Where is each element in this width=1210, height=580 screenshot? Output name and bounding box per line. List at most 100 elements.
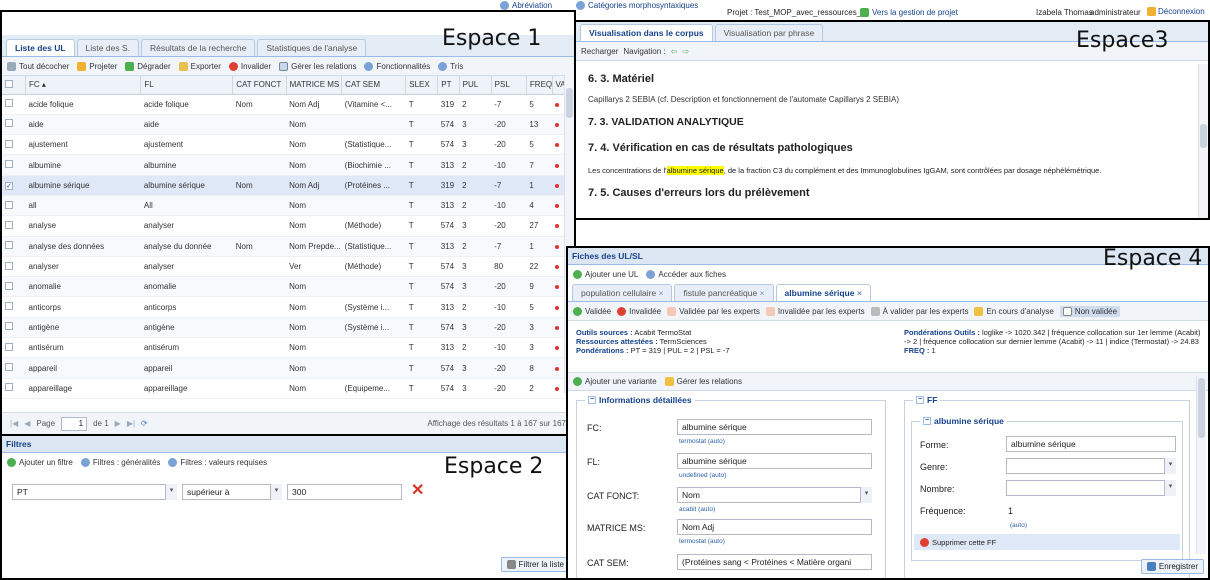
- corpus-scroll-thumb[interactable]: [1200, 124, 1207, 148]
- row-checkbox[interactable]: ✓: [5, 181, 13, 190]
- highlighted-term[interactable]: albumine sérique: [666, 166, 724, 175]
- filter-operator-select[interactable]: supérieur à ▾: [182, 484, 282, 500]
- chevron-down-icon[interactable]: ▾: [860, 487, 872, 503]
- row-checkbox[interactable]: [5, 99, 13, 108]
- tab-corpus[interactable]: Visualisation dans le corpus: [580, 24, 713, 41]
- row-checkbox[interactable]: [5, 119, 13, 128]
- col-pt[interactable]: PT: [437, 76, 460, 95]
- nav-left-icon[interactable]: ⇦: [671, 47, 678, 56]
- manage-relations-button[interactable]: Gérer les relations: [664, 377, 742, 386]
- row-checkbox[interactable]: [5, 342, 13, 351]
- col-pul[interactable]: PUL: [459, 76, 492, 95]
- project-management-link[interactable]: Vers la gestion de projet: [860, 8, 958, 17]
- row-checkbox[interactable]: [5, 383, 13, 392]
- refresh-icon[interactable]: ⟳: [141, 419, 148, 428]
- relations-button[interactable]: Gérer les relations: [279, 61, 356, 71]
- tab-liste-sl[interactable]: Liste des S.: [76, 39, 139, 56]
- nav-right-icon[interactable]: ⇨: [682, 47, 689, 56]
- col-cat-sem[interactable]: CAT SEM: [341, 76, 407, 95]
- table-row[interactable]: analyse des données analyse du donnée Nom N…: [2, 236, 574, 257]
- fc-input[interactable]: albumine sérique: [677, 419, 872, 435]
- collapse-icon[interactable]: −: [916, 396, 924, 404]
- tab-resultats[interactable]: Résultats de la recherche: [140, 39, 256, 56]
- fiche-scroll-thumb[interactable]: [1198, 378, 1205, 438]
- table-row[interactable]: antigène antigène Nom (Système i... T 574 3 -20…: [2, 317, 574, 339]
- status-validee-experts[interactable]: Validée par les experts: [667, 306, 760, 316]
- row-checkbox[interactable]: [5, 200, 13, 209]
- status-non-validee[interactable]: Non validée: [1059, 305, 1121, 317]
- uncheck-all-button[interactable]: Tout décocher: [7, 61, 69, 71]
- col-matrice-ms[interactable]: MATRICE MS: [286, 76, 343, 95]
- status-a-valider[interactable]: À valider par les experts: [870, 306, 968, 316]
- tab-phrase[interactable]: Visualisation par phrase: [714, 24, 824, 41]
- table-row[interactable]: ✓ albumine sérique albumine sérique Nom Nom …: [2, 175, 574, 196]
- tab-statistiques[interactable]: Statistiques de l'analyse: [257, 39, 367, 56]
- invalidate-button[interactable]: Invalider: [228, 61, 271, 71]
- delete-ff-button[interactable]: Supprimer cette FF: [914, 534, 1180, 550]
- col-psl[interactable]: PSL: [491, 76, 527, 95]
- col-freq[interactable]: FREQ: [526, 76, 553, 95]
- table-row[interactable]: appareillage appareillage Nom (Equipeme... T…: [2, 378, 574, 399]
- matrice-input[interactable]: Nom Adj: [677, 519, 872, 535]
- reload-button[interactable]: Recharger: [581, 47, 618, 56]
- row-checkbox[interactable]: [5, 363, 13, 371]
- tab-fistule[interactable]: fistule pancréatique ×: [674, 284, 774, 301]
- row-checkbox[interactable]: [5, 160, 13, 169]
- select-all-header[interactable]: [2, 76, 26, 95]
- table-row[interactable]: albumine albumine Nom (Biochimie ... T 313 2 -1…: [2, 154, 574, 176]
- next-page-icon[interactable]: ▶: [115, 419, 121, 428]
- close-icon[interactable]: ×: [760, 288, 765, 298]
- categories-link[interactable]: Catégories morphosyntaxiques: [576, 1, 698, 10]
- table-row[interactable]: anomalie anomalie Nom T 574 3 -20 9: [2, 276, 574, 298]
- genre-select[interactable]: ▾: [1006, 458, 1176, 474]
- close-icon[interactable]: ×: [659, 288, 664, 298]
- col-slex[interactable]: SLEX: [405, 76, 439, 95]
- table-row[interactable]: analyse analyser Nom (Méthode) T 574 3 -20 27: [2, 215, 574, 237]
- table-row[interactable]: ajustement ajustement Nom (Statistique... T 5…: [2, 134, 574, 156]
- fl-input[interactable]: albumine sérique: [677, 453, 872, 469]
- chevron-down-icon[interactable]: ▾: [270, 484, 282, 500]
- table-row[interactable]: anticorps anticorps Nom (Système i... T 313 2-…: [2, 296, 574, 318]
- row-checkbox[interactable]: [5, 241, 13, 250]
- grid-scroll-thumb[interactable]: [566, 88, 573, 118]
- chevron-down-icon[interactable]: ▾: [1164, 458, 1176, 474]
- export-button[interactable]: Exporter: [178, 61, 221, 71]
- features-button[interactable]: Fonctionnalités: [364, 61, 430, 71]
- table-row[interactable]: aide aide Nom T 574 3 -20 13: [2, 114, 574, 136]
- tab-population[interactable]: population cellulaire ×: [572, 284, 673, 301]
- row-checkbox[interactable]: [5, 139, 13, 148]
- add-variant-button[interactable]: Ajouter une variante: [573, 377, 657, 386]
- nombre-select[interactable]: ▾: [1006, 480, 1176, 496]
- collapse-icon[interactable]: −: [588, 396, 596, 404]
- collapse-icon[interactable]: −: [923, 417, 931, 425]
- row-checkbox[interactable]: [5, 281, 13, 290]
- degrade-button[interactable]: Dégrader: [125, 61, 171, 71]
- last-page-icon[interactable]: ▶|: [127, 419, 135, 428]
- logout-link[interactable]: Déconnexion: [1147, 7, 1205, 16]
- cat-fonct-select[interactable]: Nom ▾: [677, 487, 872, 503]
- table-row[interactable]: acide folique acide folique Nom Nom Adj (Vit…: [2, 94, 574, 115]
- col-fc[interactable]: FC ▴: [25, 76, 142, 95]
- project-button[interactable]: Projeter: [77, 61, 117, 71]
- row-checkbox[interactable]: [5, 302, 13, 311]
- save-button[interactable]: Enregistrer: [1140, 559, 1204, 574]
- cat-sem-input[interactable]: (Protéines sang < Protéines < Matière or…: [677, 554, 872, 570]
- access-fiches-button[interactable]: Accéder aux fiches: [646, 270, 726, 279]
- prev-page-icon[interactable]: ◀: [24, 419, 30, 428]
- table-row[interactable]: appareil appareil Nom T 574 3 -20 8: [2, 357, 574, 379]
- filter-field-select[interactable]: PT ▾: [12, 484, 177, 500]
- sort-button[interactable]: Tris: [438, 61, 463, 71]
- status-invalidee[interactable]: Invalidée: [617, 306, 661, 316]
- row-checkbox[interactable]: [5, 220, 13, 229]
- page-input[interactable]: 1: [61, 416, 88, 431]
- select-all-checkbox[interactable]: [5, 79, 13, 88]
- filters-general-button[interactable]: Filtres : généralités: [80, 458, 160, 467]
- add-ul-button[interactable]: Ajouter une UL: [573, 270, 638, 279]
- row-checkbox[interactable]: [5, 322, 13, 331]
- chevron-down-icon[interactable]: ▾: [1164, 480, 1176, 496]
- first-page-icon[interactable]: |◀: [10, 419, 18, 428]
- status-en-cours[interactable]: En cours d'analyse: [974, 306, 1054, 316]
- table-row[interactable]: analyser analyser Ver (Méthode) T 574 3 80 22: [2, 256, 574, 278]
- close-icon[interactable]: ×: [857, 288, 862, 298]
- chevron-down-icon[interactable]: ▾: [165, 484, 177, 500]
